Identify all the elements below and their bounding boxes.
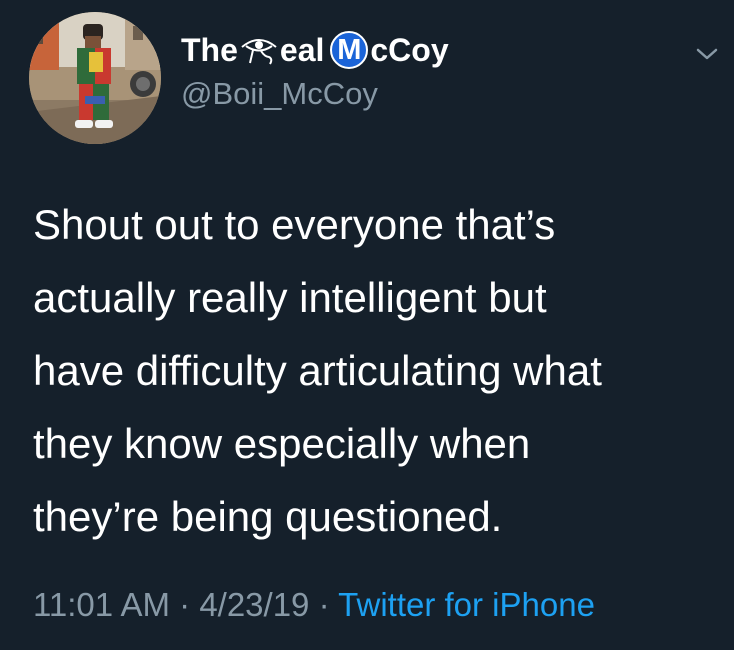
avatar[interactable] — [29, 12, 161, 144]
display-name-part: cCoy — [370, 32, 449, 68]
user-handle[interactable]: @Boii_McCoy — [181, 74, 449, 114]
tweet-card: The eal M cCoy @Boii_McCoy Shout out to … — [0, 0, 734, 650]
display-name-part: The — [181, 32, 238, 68]
meta-separator: · — [169, 586, 200, 623]
meta-separator: · — [309, 586, 339, 623]
tweet-source-link[interactable]: Twitter for iPhone — [338, 586, 595, 623]
tweet-header: The eal M cCoy @Boii_McCoy — [181, 30, 449, 114]
chevron-down-icon[interactable] — [690, 42, 724, 66]
display-name[interactable]: The eal M cCoy — [181, 30, 449, 70]
tweet-time[interactable]: 11:01 AM — [33, 586, 170, 623]
display-name-part: eal — [279, 32, 325, 68]
tweet-meta: 11:01 AM · 4/23/19 · Twitter for iPhone — [33, 583, 595, 627]
tweet-date[interactable]: 4/23/19 — [199, 586, 309, 623]
tweet-text: Shout out to everyone that’s actually re… — [33, 201, 602, 540]
m-badge-icon: M — [330, 31, 369, 69]
avatar-image — [29, 12, 161, 144]
eye-of-ra-icon — [241, 39, 277, 65]
